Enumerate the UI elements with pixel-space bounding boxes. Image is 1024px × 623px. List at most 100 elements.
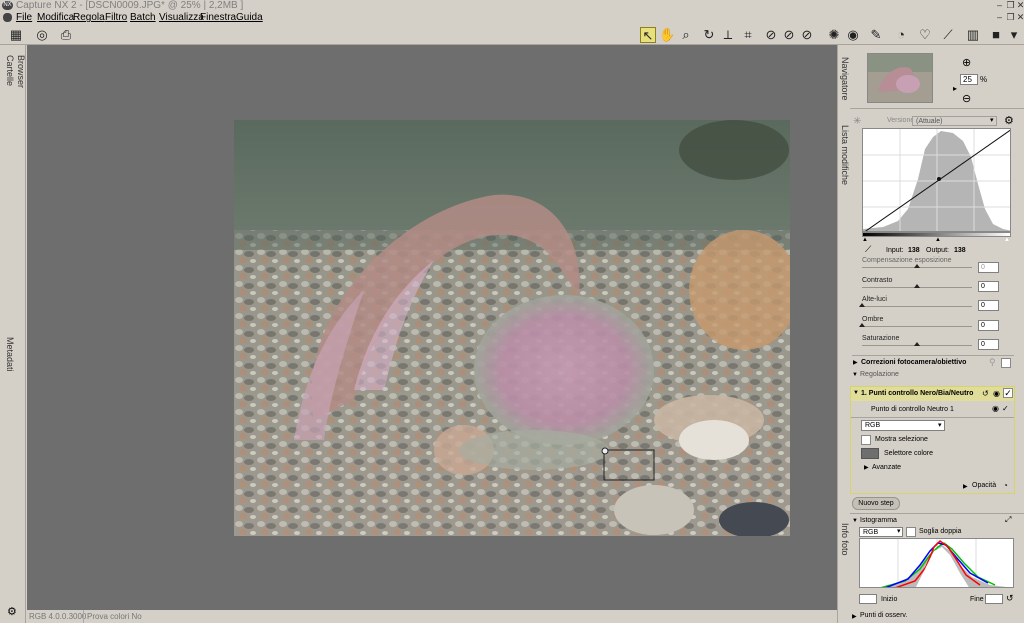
- mid-point-slider-icon[interactable]: ▲: [935, 237, 941, 243]
- zoom-tool-icon[interactable]: ⌕: [678, 27, 694, 43]
- gradient-icon[interactable]: ▥: [965, 27, 981, 43]
- color-point-icon[interactable]: ✺: [826, 27, 842, 43]
- selection-brush-icon[interactable]: ⟋: [940, 27, 956, 43]
- retouch-brush-icon[interactable]: ✎: [868, 27, 884, 43]
- tab-browser[interactable]: Browser: [16, 55, 26, 88]
- settings-gear-icon[interactable]: ⚙: [7, 605, 17, 618]
- lock-icon[interactable]: ⚲: [989, 357, 996, 368]
- version-select[interactable]: (Attuale): [912, 116, 997, 126]
- edit-options-icon[interactable]: ⚙: [1004, 114, 1014, 127]
- menu-file[interactable]: File: [16, 11, 32, 24]
- show-selection-checkbox[interactable]: [861, 435, 871, 445]
- menu-finestra[interactable]: Finestra: [200, 11, 236, 24]
- doc-close-icon[interactable]: ✕: [1015, 12, 1024, 22]
- minimize-icon[interactable]: –: [994, 0, 1005, 10]
- hand-tool-icon[interactable]: ✋: [659, 27, 675, 43]
- browse-icon[interactable]: ◎: [34, 27, 50, 43]
- collapse-arrow-icon[interactable]: ▼: [852, 372, 858, 378]
- reset-icon[interactable]: ↺: [1006, 593, 1014, 604]
- menu-visualizza[interactable]: Visualizza: [159, 11, 204, 24]
- zoom-out-icon[interactable]: ⊖: [962, 92, 971, 105]
- photo[interactable]: [234, 120, 790, 536]
- more-tools-icon[interactable]: ▾: [1006, 27, 1022, 43]
- color-swatch[interactable]: [861, 448, 879, 459]
- channel-dropdown-icon[interactable]: ▾: [938, 421, 942, 429]
- enable-checkbox[interactable]: [1001, 358, 1011, 368]
- slider-knob[interactable]: [859, 323, 865, 327]
- start-input[interactable]: [859, 594, 877, 604]
- doc-minimize-icon[interactable]: –: [994, 12, 1005, 22]
- highlights-slider[interactable]: [859, 303, 972, 307]
- step-header[interactable]: ▼ 1. Punti controllo Nero/Bia/Neutro ↺ ◉…: [851, 387, 1014, 401]
- zoom-input[interactable]: 25: [960, 74, 978, 85]
- close-icon[interactable]: ✕: [1015, 0, 1024, 10]
- direct-select-tool-icon[interactable]: ↖: [640, 27, 656, 43]
- fill-icon[interactable]: ■: [988, 27, 1004, 43]
- crop-icon[interactable]: ⌗: [740, 27, 756, 43]
- output-icon[interactable]: ⎙: [58, 27, 74, 43]
- control-point-label[interactable]: Punto di controllo Neutro 1: [871, 406, 954, 413]
- curves-graph[interactable]: [862, 128, 1011, 232]
- zoom-in-icon[interactable]: ⊕: [962, 56, 971, 69]
- tab-navigator[interactable]: Navigatore: [840, 57, 850, 101]
- black-point-slider-icon[interactable]: ▲: [862, 237, 868, 243]
- layout-icon[interactable]: ▦: [8, 27, 24, 43]
- step-enabled-checkbox[interactable]: ✓: [1003, 388, 1013, 398]
- point-check-icon[interactable]: ✓: [1002, 404, 1009, 413]
- advanced-label[interactable]: Avanzate: [872, 464, 901, 471]
- collapse-arrow-icon[interactable]: ▼: [853, 390, 859, 396]
- white-point-icon[interactable]: ⊘: [781, 27, 797, 43]
- rotate-icon[interactable]: ↻: [701, 27, 717, 43]
- shadows-input[interactable]: 0: [978, 320, 999, 331]
- observation-points-label[interactable]: Punti di osserv.: [860, 612, 907, 619]
- collapse-arrow-icon[interactable]: ▼: [852, 518, 858, 524]
- tab-cartelle[interactable]: Cartelle: [5, 55, 15, 86]
- channel-select[interactable]: RGB: [861, 420, 945, 431]
- neutral-point-icon[interactable]: ⊘: [799, 27, 815, 43]
- visibility-icon[interactable]: ◉: [993, 389, 1000, 398]
- saturation-slider[interactable]: [862, 342, 972, 346]
- opacity-label[interactable]: Opacità: [972, 482, 996, 489]
- exposure-input[interactable]: 0: [978, 262, 999, 273]
- red-eye-icon[interactable]: ◉: [845, 27, 861, 43]
- end-input[interactable]: [985, 594, 1003, 604]
- menu-modifica[interactable]: Modifica: [37, 11, 74, 24]
- eyedropper-icon[interactable]: ⟋: [865, 244, 871, 255]
- black-point-icon[interactable]: ⊘: [763, 27, 779, 43]
- zoom-slider-arrow-icon[interactable]: ▸: [953, 84, 957, 93]
- tab-photo-info[interactable]: Info foto: [840, 523, 850, 556]
- menu-batch[interactable]: Batch: [130, 11, 156, 24]
- tab-metadati[interactable]: Metadati: [5, 337, 15, 372]
- highlights-input[interactable]: 0: [978, 300, 999, 311]
- lasso-icon[interactable]: ♡: [917, 27, 933, 43]
- slider-knob[interactable]: [914, 264, 920, 268]
- slider-knob[interactable]: [859, 303, 865, 307]
- tab-edit-list[interactable]: Lista modifiche: [840, 125, 850, 185]
- contrast-slider[interactable]: [862, 284, 972, 288]
- menu-guida[interactable]: Guida: [236, 11, 263, 24]
- camera-corrections-row[interactable]: ▶ Correzioni fotocamera/obiettivo ⚲: [852, 355, 1014, 369]
- new-step-button[interactable]: Nuovo step: [852, 497, 900, 510]
- auto-retouch-icon[interactable]: ◔: [893, 27, 909, 43]
- expand-arrow-icon[interactable]: ▶: [963, 483, 968, 490]
- expand-arrow-icon[interactable]: ▶: [853, 359, 858, 366]
- navigator-thumbnail[interactable]: [867, 53, 933, 103]
- menu-filtro[interactable]: Filtro: [105, 11, 127, 24]
- expand-arrow-icon[interactable]: ▶: [864, 464, 869, 471]
- expand-arrow-icon[interactable]: ▶: [852, 613, 857, 620]
- white-point-slider-icon[interactable]: ▲: [1004, 237, 1010, 243]
- point-visibility-icon[interactable]: ◉: [992, 404, 999, 413]
- straighten-icon[interactable]: ⟂: [720, 27, 736, 43]
- double-threshold-checkbox[interactable]: [906, 527, 916, 537]
- contrast-input[interactable]: 0: [978, 281, 999, 292]
- version-dropdown-icon[interactable]: ▾: [990, 116, 994, 124]
- exposure-slider[interactable]: [862, 264, 972, 268]
- slider-knob[interactable]: [914, 284, 920, 288]
- menu-regola[interactable]: Regola: [73, 11, 105, 24]
- saturation-input[interactable]: 0: [978, 339, 999, 350]
- slider-knob[interactable]: [914, 342, 920, 346]
- shadows-slider[interactable]: [859, 323, 972, 327]
- channel-dropdown-icon[interactable]: ▾: [897, 527, 901, 535]
- opacity-pie-icon[interactable]: ◔: [1003, 481, 1008, 490]
- histogram-options-icon[interactable]: ⤢: [1005, 515, 1011, 525]
